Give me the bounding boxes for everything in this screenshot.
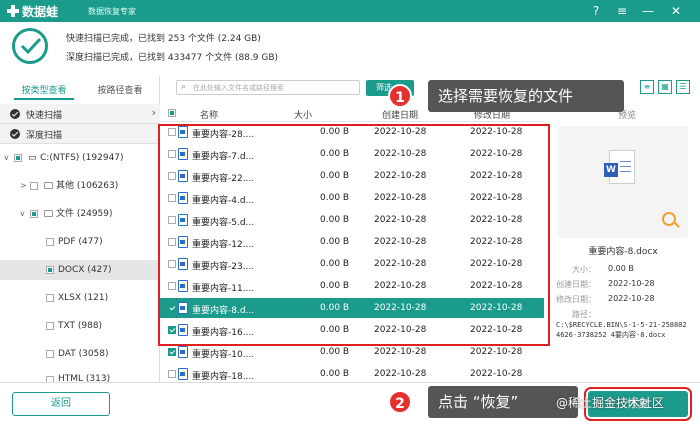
- word-badge-icon: W: [604, 163, 618, 177]
- column-name[interactable]: 名称: [200, 108, 218, 121]
- docx-label: DOCX (427): [58, 265, 112, 275]
- deep-scan-label: 深度扫描: [26, 131, 63, 141]
- tab-by-type[interactable]: 按类型查看: [14, 82, 74, 100]
- docx-file-icon: [178, 368, 188, 380]
- watermark: @稀土掘金技术社区: [556, 396, 665, 410]
- deep-scan-status: 深度扫描已完成，已找到 433477 个文件 (88.9 GB): [66, 53, 279, 63]
- preview-size: 大小： 0.00 B: [572, 264, 634, 274]
- docs-checkbox[interactable]: [30, 210, 38, 218]
- row-checkbox[interactable]: [168, 348, 176, 356]
- other-checkbox[interactable]: [30, 182, 38, 190]
- grid-view-icon[interactable]: ▦: [658, 80, 672, 94]
- app-subtitle: 数据恢复专家: [88, 7, 136, 16]
- preview-filename: 重要内容-8.docx: [588, 247, 658, 257]
- folder-icon: [44, 210, 53, 217]
- txt-checkbox[interactable]: [46, 322, 54, 330]
- row-checkbox[interactable]: [168, 370, 176, 378]
- preview-created: 创建日期： 2022-10-28: [556, 279, 655, 289]
- chevron-down-icon[interactable]: v: [20, 204, 25, 224]
- xlsx-checkbox[interactable]: [46, 294, 54, 302]
- tree-item-other[interactable]: > 其他 (106263): [0, 176, 160, 196]
- html-label: HTML (313): [58, 374, 111, 382]
- chevron-down-icon[interactable]: v: [4, 148, 9, 168]
- row-created: 2022-10-28: [374, 347, 427, 357]
- tree-item-docs[interactable]: v 文件 (24959): [0, 204, 160, 224]
- tree-item-docx[interactable]: DOCX (427): [0, 260, 160, 280]
- preview-path-label: 路径：: [572, 310, 596, 319]
- docx-file-icon: [178, 346, 188, 358]
- row-created: 2022-10-28: [374, 369, 427, 379]
- search-icon: ⌕: [181, 82, 187, 92]
- check-icon: [10, 129, 20, 139]
- zoom-icon[interactable]: [662, 212, 676, 226]
- column-created[interactable]: 创建日期: [382, 108, 418, 121]
- preview-panel: 预览 W 重要内容-8.docx 大小： 0.00 B 创建日期： 2022-10-…: [556, 104, 690, 352]
- chevron-right-icon[interactable]: >: [20, 176, 27, 196]
- row-modified: 2022-10-28: [470, 369, 523, 379]
- table-row[interactable]: 重要内容-18.... 0.00 B 2022-10-28 2022-10-28: [160, 364, 544, 382]
- drive-icon: ▭: [28, 153, 37, 163]
- list-view-icon[interactable]: ≡: [640, 80, 654, 94]
- preview-modified: 修改日期： 2022-10-28: [556, 294, 655, 304]
- highlight-frame: [158, 124, 550, 346]
- tree-item-dat[interactable]: DAT (3058): [0, 344, 160, 364]
- tree-item-drive[interactable]: v ▭ C:(NTFS) (192947): [0, 148, 160, 168]
- txt-label: TXT (988): [58, 321, 103, 331]
- tree-item-xlsx[interactable]: XLSX (121): [0, 288, 160, 308]
- drive-label: C:(NTFS) (192947): [40, 153, 124, 163]
- minimize-icon[interactable]: —: [640, 3, 656, 19]
- pdf-label: PDF (477): [58, 237, 103, 247]
- column-size[interactable]: 大小: [294, 108, 312, 121]
- pdf-checkbox[interactable]: [46, 238, 54, 246]
- scan-complete-check-icon: [12, 28, 48, 64]
- quick-scan-status: 快速扫描已完成，已找到 253 个文件 (2.24 GB): [66, 34, 261, 44]
- folder-icon: [44, 182, 53, 189]
- menu-icon[interactable]: ≡: [614, 3, 630, 19]
- quick-scan-label: 快速扫描: [26, 111, 63, 121]
- preview-path: C:\$RECYCLE.BIN\S-1-5-21-2588024626-3738…: [556, 321, 687, 339]
- select-all-checkbox[interactable]: [168, 109, 176, 117]
- callout-step1: 选择需要恢复的文件: [428, 80, 624, 112]
- tree-item-html[interactable]: HTML (313): [0, 370, 160, 382]
- drive-checkbox[interactable]: [14, 154, 22, 162]
- close-icon[interactable]: ✕: [668, 3, 684, 19]
- help-icon[interactable]: ?: [588, 3, 604, 19]
- check-icon: [10, 109, 20, 119]
- row-size: 0.00 B: [320, 347, 350, 357]
- back-button[interactable]: 返回: [12, 392, 110, 416]
- quick-scan-row[interactable]: 快速扫描 ›: [0, 104, 160, 124]
- tree-item-pdf[interactable]: PDF (477): [0, 232, 160, 252]
- left-sidebar: 按类型查看 按路径查看 快速扫描 › 深度扫描 v ▭ C:(NTFS) (19…: [0, 76, 160, 382]
- chevron-right-icon[interactable]: ›: [152, 106, 156, 119]
- row-size: 0.00 B: [320, 369, 350, 379]
- tree-item-txt[interactable]: TXT (988): [0, 316, 160, 336]
- deep-scan-row[interactable]: 深度扫描: [0, 124, 160, 144]
- row-name: 重要内容-10....: [192, 350, 255, 360]
- row-modified: 2022-10-28: [470, 347, 523, 357]
- app-name: 数据蛙: [22, 5, 59, 19]
- tab-by-path[interactable]: 按路径查看: [90, 82, 150, 100]
- app-logo-icon: [6, 4, 20, 18]
- preview-thumbnail: W: [558, 126, 688, 238]
- search-input[interactable]: ⌕ 在此处输入文件名或路径搜索: [176, 80, 360, 95]
- xlsx-label: XLSX (121): [58, 293, 109, 303]
- docs-label: 文件 (24959): [56, 209, 113, 219]
- dat-label: DAT (3058): [58, 349, 109, 359]
- scan-status-panel: 快速扫描已完成，已找到 253 个文件 (2.24 GB) 深度扫描已完成，已找…: [0, 22, 700, 72]
- step1-badge: 1: [388, 84, 412, 108]
- other-label: 其他 (106263): [56, 181, 119, 191]
- docx-checkbox[interactable]: [46, 266, 54, 274]
- step2-badge: 2: [388, 390, 412, 414]
- row-name: 重要内容-18....: [192, 372, 255, 382]
- view-toggle: ≡ ▦ ☰: [636, 80, 694, 94]
- search-placeholder: 在此处输入文件名或路径搜索: [193, 84, 284, 92]
- dat-checkbox[interactable]: [46, 350, 54, 358]
- title-bar: 数据蛙 数据恢复专家 ? ≡ — ✕: [0, 0, 700, 22]
- detail-view-icon[interactable]: ☰: [676, 80, 690, 94]
- word-document-icon: W: [604, 150, 635, 184]
